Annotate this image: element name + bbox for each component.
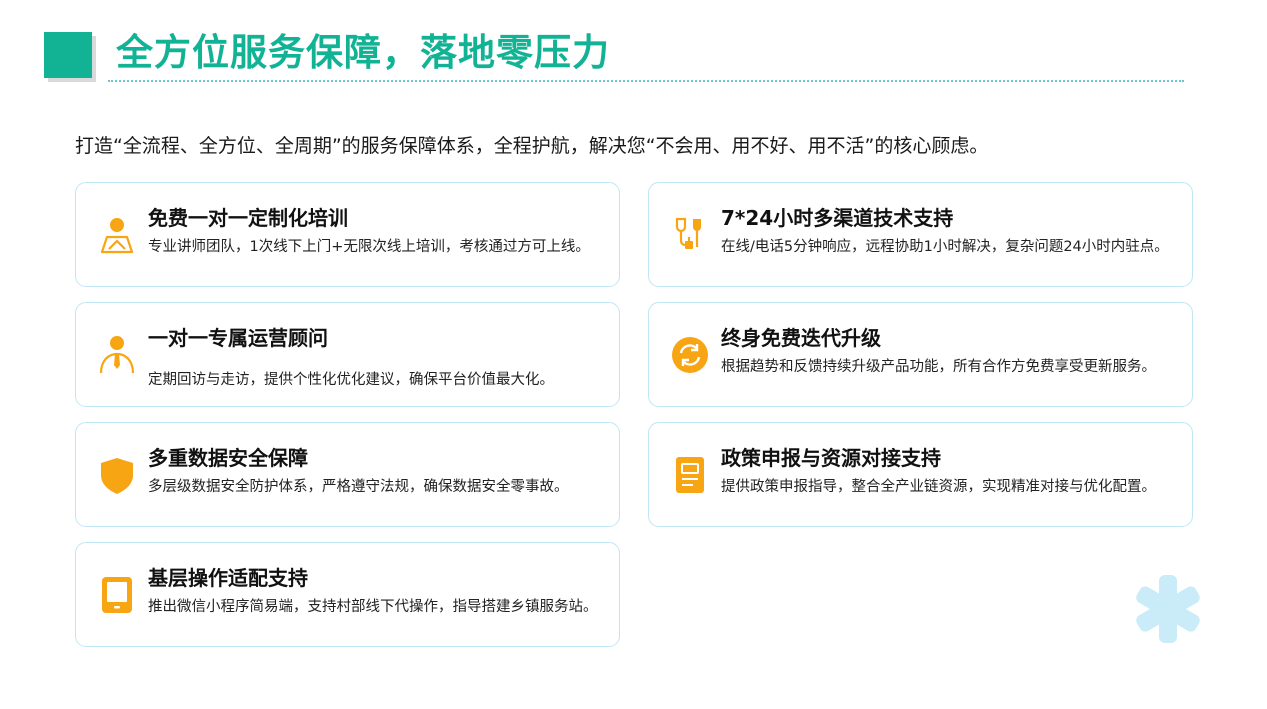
card-title: 终身免费迭代升级 — [721, 326, 881, 350]
tablet-icon — [96, 573, 138, 615]
service-card-policy: 政策申报与资源对接支持 提供政策申报指导，整合全产业链资源，实现精准对接与优化配… — [648, 422, 1193, 527]
service-card-grassroots: 基层操作适配支持 推出微信小程序简易端，支持村部线下代操作，指导搭建乡镇服务站。 — [75, 542, 620, 647]
card-title: 基层操作适配支持 — [148, 566, 308, 590]
title-accent-square — [44, 32, 92, 78]
page-title: 全方位服务保障，落地零压力 — [116, 31, 610, 74]
card-description: 定期回访与走访，提供个性化优化建议，确保平台价值最大化。 — [148, 372, 554, 388]
headset-plug-icon — [669, 213, 711, 255]
intro-text: 打造“全流程、全方位、全周期”的服务保障体系，全程护航，解决您“不会用、用不好、… — [75, 135, 989, 157]
consultant-icon — [96, 333, 138, 375]
service-card-upgrade: 终身免费迭代升级 根据趋势和反馈持续升级产品功能，所有合作方免费享受更新服务。 — [648, 302, 1193, 407]
card-description: 推出微信小程序简易端，支持村部线下代操作，指导搭建乡镇服务站。 — [148, 599, 598, 615]
document-icon — [669, 453, 711, 495]
card-description: 根据趋势和反馈持续升级产品功能，所有合作方免费享受更新服务。 — [721, 359, 1156, 375]
shield-icon — [96, 453, 138, 495]
service-card-training: 免费一对一定制化培训 专业讲师团队，1次线下上门+无限次线上培训，考核通过方可上… — [75, 182, 620, 287]
card-description: 多层级数据安全防护体系，严格遵守法规，确保数据安全零事故。 — [148, 479, 569, 495]
card-description: 在线/电话5分钟响应，远程协助1小时解决，复杂问题24小时内驻点。 — [721, 239, 1169, 255]
card-title: 一对一专属运营顾问 — [148, 326, 328, 350]
service-card-tech-support: 7*24小时多渠道技术支持 在线/电话5分钟响应，远程协助1小时解决，复杂问题2… — [648, 182, 1193, 287]
card-title: 政策申报与资源对接支持 — [721, 446, 941, 470]
asterisk-decoration-icon — [1136, 575, 1200, 643]
title-divider — [108, 80, 1184, 82]
service-card-data-security: 多重数据安全保障 多层级数据安全防护体系，严格遵守法规，确保数据安全零事故。 — [75, 422, 620, 527]
refresh-icon — [669, 333, 711, 375]
card-title: 多重数据安全保障 — [148, 446, 308, 470]
trainer-icon — [96, 213, 138, 255]
card-description: 提供政策申报指导，整合全产业链资源，实现精准对接与优化配置。 — [721, 479, 1156, 495]
card-description: 专业讲师团队，1次线下上门+无限次线上培训，考核通过方可上线。 — [148, 239, 590, 255]
card-title: 7*24小时多渠道技术支持 — [721, 206, 954, 230]
service-card-consultant: 一对一专属运营顾问 定期回访与走访，提供个性化优化建议，确保平台价值最大化。 — [75, 302, 620, 407]
card-title: 免费一对一定制化培训 — [148, 206, 348, 230]
